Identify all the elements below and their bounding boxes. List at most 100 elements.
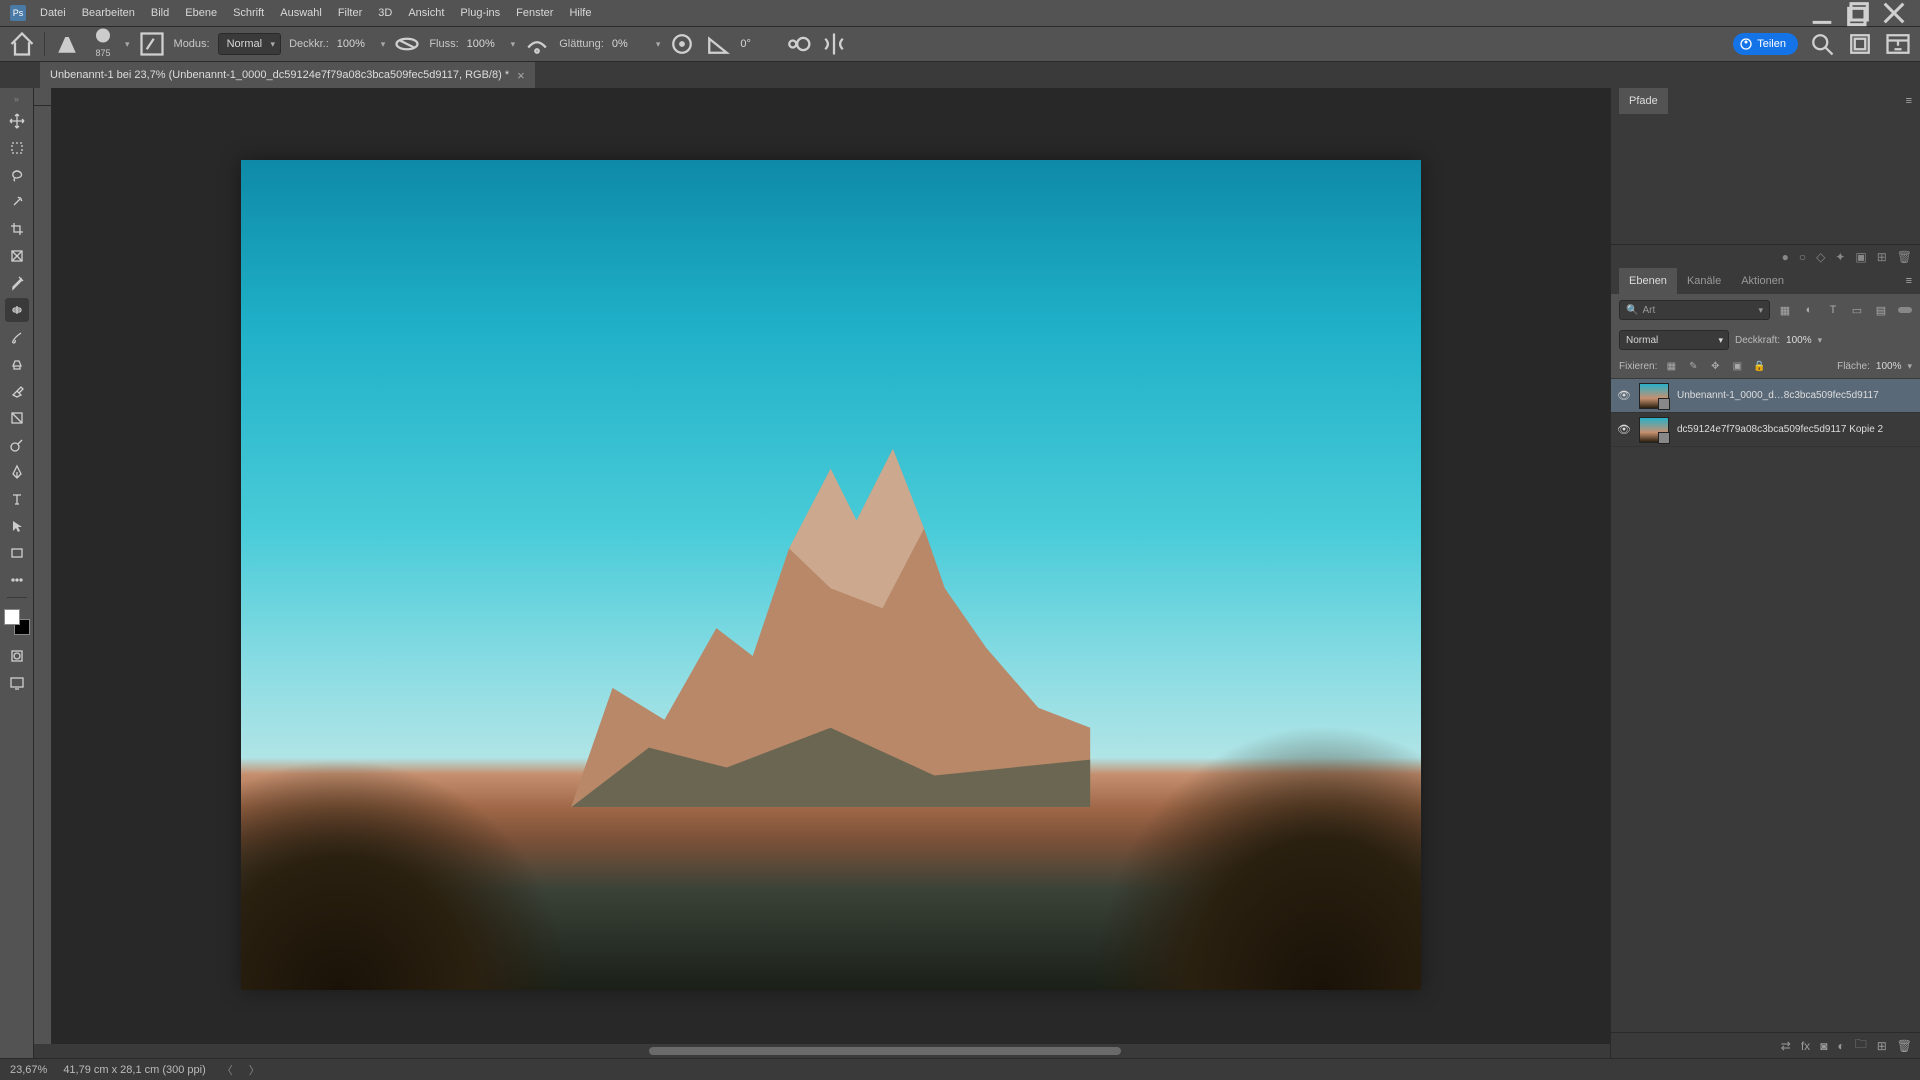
panel-menu-icon[interactable]: ≡ [1898,275,1920,287]
home-icon[interactable] [8,30,36,58]
adjustment-layer-icon[interactable]: ◐ [1837,1039,1844,1053]
menu-image[interactable]: Bild [143,0,177,26]
rectangle-tool[interactable] [5,541,29,565]
fill-path-icon[interactable]: ● [1782,250,1789,264]
layer-group-icon[interactable]: 🗀 [1855,1035,1867,1056]
lock-transparency-icon[interactable]: ▦ [1663,358,1679,374]
color-swatches[interactable] [4,609,30,635]
doc-info-next-icon[interactable]: 〉 [249,1062,260,1078]
frame-icon[interactable] [1846,30,1874,58]
filter-adjust-icon[interactable]: ◐ [1800,301,1818,319]
frame-tool[interactable] [5,244,29,268]
lock-artboard-icon[interactable]: ▣ [1729,358,1745,374]
gradient-tool[interactable] [5,406,29,430]
layer-row[interactable]: 👁 Unbenannt-1_0000_d…8c3bca509fec5d9117 [1611,379,1920,413]
layer-blend-mode-select[interactable]: Normal [1619,330,1729,350]
airbrush-icon[interactable] [523,30,551,58]
crop-tool[interactable] [5,217,29,241]
clone-stamp-tool[interactable] [5,352,29,376]
menu-select[interactable]: Auswahl [272,0,330,26]
menu-layer[interactable]: Ebene [177,0,225,26]
window-close-icon[interactable] [1880,3,1908,23]
workspace-switcher-icon[interactable] [1884,30,1912,58]
vertical-ruler[interactable] [34,106,52,1044]
smoothing-options-icon[interactable] [668,30,696,58]
menu-window[interactable]: Fenster [508,0,561,26]
search-icon[interactable] [1808,30,1836,58]
new-layer-icon[interactable]: ⊞ [1877,1039,1887,1053]
path-selection-icon[interactable]: ◇ [1816,250,1825,264]
size-pressure-icon[interactable] [784,30,812,58]
doc-info[interactable]: 41,79 cm x 28,1 cm (300 ppi) [63,1064,205,1076]
layer-opacity-value[interactable]: 100% [1786,335,1812,346]
stroke-path-icon[interactable]: ○ [1799,250,1806,264]
filter-smart-icon[interactable]: ▤ [1872,301,1890,319]
quick-mask-icon[interactable] [5,644,29,668]
pen-tool[interactable] [5,460,29,484]
layer-visibility-icon[interactable]: 👁 [1617,389,1631,402]
healing-brush-tool[interactable] [5,298,29,322]
screen-mode-icon[interactable] [5,671,29,695]
horizontal-scrollbar[interactable] [34,1044,1610,1058]
tab-paths[interactable]: Pfade [1619,88,1668,114]
menu-type[interactable]: Schrift [225,0,272,26]
eraser-tool[interactable] [5,379,29,403]
new-path-icon[interactable]: ⊞ [1877,250,1887,264]
filter-toggle[interactable] [1898,307,1912,313]
tab-channels[interactable]: Kanäle [1677,268,1731,294]
layer-filter-select[interactable]: 🔍 Art ▾ [1619,300,1770,320]
blend-mode-select[interactable]: Normal [218,33,281,55]
filter-pixel-icon[interactable]: ▦ [1776,301,1794,319]
type-tool[interactable] [5,487,29,511]
layer-row[interactable]: 👁 dc59124e7f79a08c3bca509fec5d9117 Kopie… [1611,413,1920,447]
path-selection-tool[interactable] [5,514,29,538]
layer-visibility-icon[interactable]: 👁 [1617,423,1631,436]
tab-actions[interactable]: Aktionen [1731,268,1794,294]
marquee-tool[interactable] [5,136,29,160]
brush-tool[interactable] [5,325,29,349]
filter-type-icon[interactable]: T [1824,301,1842,319]
foreground-color-swatch[interactable] [4,609,20,625]
lasso-tool[interactable] [5,163,29,187]
close-tab-icon[interactable]: × [517,68,525,83]
filter-shape-icon[interactable]: ▭ [1848,301,1866,319]
menu-filter[interactable]: Filter [330,0,370,26]
zoom-level[interactable]: 23,67% [10,1064,47,1076]
tool-preset-icon[interactable] [53,30,81,58]
opacity-value[interactable]: 100% [337,38,373,50]
menu-3d[interactable]: 3D [370,0,400,26]
window-restore-icon[interactable] [1844,3,1872,23]
eyedropper-tool[interactable] [5,271,29,295]
lock-pixels-icon[interactable]: ✎ [1685,358,1701,374]
canvas-area[interactable] [52,106,1610,1044]
menu-plugins[interactable]: Plug-ins [452,0,508,26]
lock-position-icon[interactable]: ✥ [1707,358,1723,374]
dodge-tool[interactable] [5,433,29,457]
layer-fx-icon[interactable]: fx [1801,1039,1810,1053]
document-tab[interactable]: Unbenannt-1 bei 23,7% (Unbenannt-1_0000_… [40,62,535,88]
link-layers-icon[interactable]: ⇄ [1781,1039,1791,1053]
layer-fill-value[interactable]: 100% [1876,361,1902,372]
delete-layer-icon[interactable]: 🗑 [1897,1039,1912,1053]
layer-name[interactable]: Unbenannt-1_0000_d…8c3bca509fec5d9117 [1677,390,1879,401]
layer-mask-icon[interactable]: ◙ [1820,1039,1827,1053]
window-minimize-icon[interactable] [1808,3,1836,23]
tab-layers[interactable]: Ebenen [1619,268,1677,294]
menu-help[interactable]: Hilfe [561,0,599,26]
more-tools-icon[interactable] [5,568,29,592]
brush-panel-toggle-icon[interactable] [138,30,166,58]
flow-value[interactable]: 100% [467,38,503,50]
brush-preset-picker[interactable] [89,30,117,48]
delete-path-icon[interactable]: 🗑 [1897,250,1912,264]
doc-info-prev-icon[interactable]: 〈 [222,1062,233,1078]
share-button[interactable]: Teilen [1733,33,1798,55]
move-tool[interactable] [5,109,29,133]
panel-menu-icon[interactable]: ≡ [1898,95,1920,107]
symmetry-icon[interactable] [820,30,848,58]
path-mask-icon[interactable]: ▣ [1855,250,1866,264]
layer-thumbnail[interactable] [1639,383,1669,409]
lock-all-icon[interactable]: 🔒 [1751,358,1767,374]
magic-wand-tool[interactable] [5,190,29,214]
menu-edit[interactable]: Bearbeiten [74,0,143,26]
path-vector-icon[interactable]: ✦ [1835,250,1845,264]
